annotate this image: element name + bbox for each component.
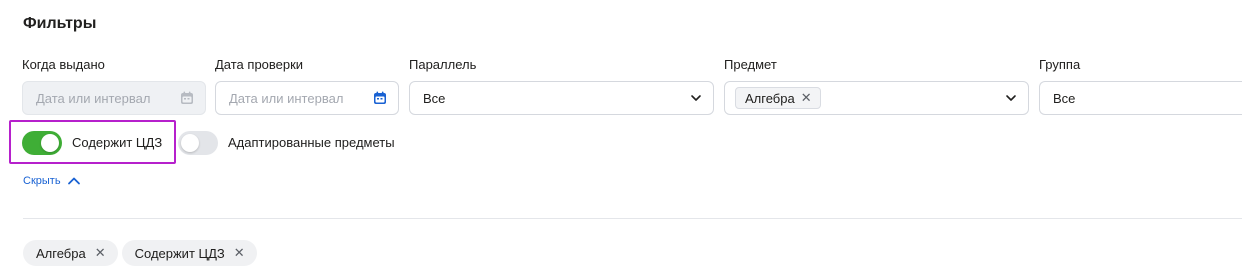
calendar-icon[interactable] bbox=[372, 90, 388, 106]
active-filter-tags: Алгебра ✕ Содержит ЦДЗ ✕ bbox=[23, 240, 257, 266]
adapted-subjects-label[interactable]: Адаптированные предметы bbox=[228, 135, 395, 151]
close-icon[interactable]: ✕ bbox=[234, 245, 245, 261]
issued-date-input[interactable]: Дата или интервал bbox=[22, 81, 206, 115]
subject-chip: Алгебра ✕ bbox=[735, 87, 821, 109]
checked-date-field: Дата проверки Дата или интервал bbox=[215, 57, 399, 115]
filters-title: Фильтры bbox=[23, 15, 97, 32]
chevron-up-icon bbox=[67, 174, 81, 188]
subject-chip-label: Алгебра bbox=[745, 90, 795, 106]
toggle-knob bbox=[181, 134, 199, 152]
issued-date-placeholder: Дата или интервал bbox=[36, 90, 151, 106]
parallel-label: Параллель bbox=[409, 57, 477, 72]
collapse-label: Скрыть bbox=[23, 175, 61, 187]
parallel-select[interactable]: Все bbox=[409, 81, 714, 115]
checked-date-placeholder: Дата или интервал bbox=[229, 90, 344, 106]
close-icon[interactable]: ✕ bbox=[801, 90, 812, 106]
subject-select[interactable]: Алгебра ✕ bbox=[724, 81, 1029, 115]
adapted-subjects-toggle[interactable] bbox=[178, 131, 218, 155]
divider bbox=[23, 218, 1242, 219]
issued-date-label: Когда выдано bbox=[22, 57, 105, 72]
checked-date-input[interactable]: Дата или интервал bbox=[215, 81, 399, 115]
chevron-down-icon bbox=[689, 91, 703, 105]
group-field: Группа Все bbox=[1039, 57, 1242, 115]
calendar-icon bbox=[179, 90, 195, 106]
cdz-toggle[interactable] bbox=[22, 131, 62, 155]
parallel-value: Все bbox=[423, 90, 446, 106]
active-tag: Содержит ЦДЗ ✕ bbox=[121, 240, 257, 266]
active-tag-label: Алгебра bbox=[36, 245, 86, 261]
collapse-filters-link[interactable]: Скрыть bbox=[23, 174, 81, 188]
chevron-down-icon bbox=[1004, 91, 1018, 105]
subject-field: Предмет Алгебра ✕ bbox=[724, 57, 1029, 115]
filters-panel: Фильтры Когда выдано Дата или интервал Д… bbox=[0, 0, 1242, 276]
issued-date-field: Когда выдано Дата или интервал bbox=[22, 57, 206, 115]
parallel-field: Параллель Все bbox=[409, 57, 714, 115]
close-icon[interactable]: ✕ bbox=[95, 245, 106, 261]
active-tag-label: Содержит ЦДЗ bbox=[134, 245, 225, 261]
group-value: Все bbox=[1053, 90, 1076, 106]
group-select[interactable]: Все bbox=[1039, 81, 1242, 115]
checked-date-label: Дата проверки bbox=[215, 57, 304, 72]
cdz-toggle-label[interactable]: Содержит ЦДЗ bbox=[72, 135, 162, 151]
group-label: Группа bbox=[1039, 57, 1081, 72]
active-tag: Алгебра ✕ bbox=[23, 240, 118, 266]
toggle-knob bbox=[41, 134, 59, 152]
subject-label: Предмет bbox=[724, 57, 777, 72]
